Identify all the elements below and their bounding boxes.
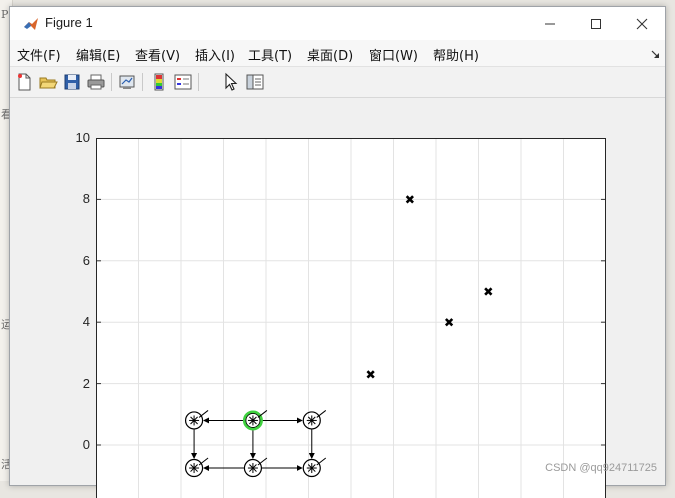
y-tick-label: 8 (82, 191, 90, 207)
insert-colorbar-icon[interactable] (149, 72, 169, 92)
edit-plot-arrow-icon[interactable] (221, 72, 241, 92)
y-tick-label: 10 (75, 130, 90, 145)
figure-window: Figure 1 文件(F) 编辑(E) 查看(V) 插入(I) 工具(T) 桌… (9, 6, 666, 498)
maximize-button[interactable] (573, 7, 619, 40)
dock-arrow-icon[interactable] (651, 49, 661, 59)
y-tick-label: 0 (82, 437, 90, 452)
menu-insert[interactable]: 插入(I) (195, 45, 235, 64)
watermark: CSDN @qq924711725 (545, 462, 657, 474)
menu-window[interactable]: 窗口(W) (369, 45, 418, 64)
print-icon[interactable] (86, 72, 106, 92)
open-file-icon[interactable] (38, 72, 58, 92)
minimize-button[interactable] (527, 7, 573, 40)
y-tick-label: 6 (82, 252, 90, 268)
figure-toolbar (10, 67, 665, 98)
close-icon (636, 18, 648, 29)
menu-tools[interactable]: 工具(T) (248, 45, 292, 64)
y-tick-label: 2 (82, 375, 90, 391)
menu-desktop[interactable]: 桌面(D) (307, 45, 353, 64)
insert-legend-icon[interactable] (173, 72, 193, 92)
link-plot-icon[interactable] (117, 72, 137, 92)
plot-axes[interactable] (96, 138, 606, 498)
title-bar[interactable]: Figure 1 (10, 7, 665, 40)
toolbar-separator (142, 73, 143, 91)
menu-bar: 文件(F) 编辑(E) 查看(V) 插入(I) 工具(T) 桌面(D) 窗口(W… (10, 40, 665, 67)
menu-file[interactable]: 文件(F) (17, 45, 61, 64)
save-icon[interactable] (62, 72, 82, 92)
property-inspector-icon[interactable] (245, 72, 265, 92)
toolbar-separator (198, 73, 199, 91)
minimize-icon (545, 23, 555, 24)
window-title: Figure 1 (45, 15, 93, 30)
toolbar-separator (111, 73, 112, 91)
y-tick-label: 4 (82, 314, 90, 330)
menu-view[interactable]: 查看(V) (135, 45, 180, 64)
matlab-logo-icon (24, 18, 38, 30)
menu-help[interactable]: 帮助(H) (433, 45, 479, 64)
menu-edit[interactable]: 编辑(E) (76, 45, 120, 64)
background-glyph: P (1, 8, 9, 21)
maximize-icon (591, 18, 601, 29)
figure-canvas: 0 2 4 6 8 10 (10, 98, 665, 498)
close-button[interactable] (619, 7, 665, 40)
new-figure-icon[interactable] (14, 72, 34, 92)
